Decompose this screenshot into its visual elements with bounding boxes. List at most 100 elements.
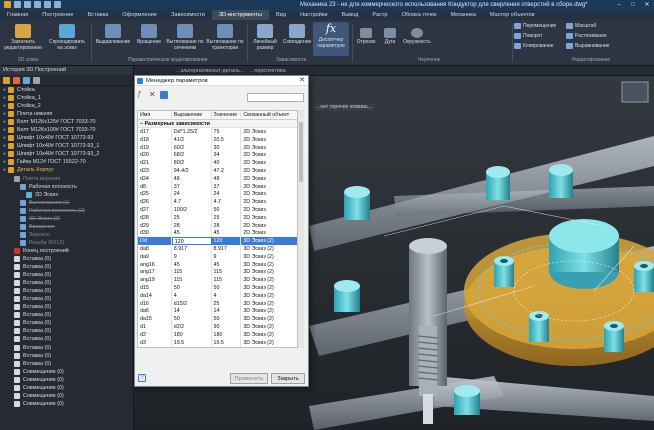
loft-button[interactable]: Вытягивание по сечениям bbox=[166, 24, 204, 51]
tree-item[interactable]: ▸ Стойка_2 bbox=[0, 102, 133, 110]
tree-item[interactable]: Вставка (0) bbox=[0, 255, 133, 263]
param-expression-cell[interactable]: 50 bbox=[172, 283, 212, 292]
param-expression-cell[interactable]: 24 bbox=[172, 190, 212, 199]
parameter-row[interactable]: da14 4 4 3D Эскиз (2) bbox=[138, 291, 297, 300]
column-header-value[interactable]: Значение bbox=[212, 111, 242, 119]
parameter-row[interactable]: d19 60/2 30 2D Эскиз bbox=[138, 143, 297, 152]
parameter-table-scrollbar[interactable] bbox=[298, 110, 304, 348]
tree-item[interactable]: Вставка (0) bbox=[0, 295, 133, 303]
close-dialog-button[interactable]: Закрыть bbox=[271, 373, 305, 384]
filter-parameters-icon[interactable] bbox=[160, 91, 168, 99]
param-expression-cell[interactable]: 180 bbox=[172, 330, 212, 339]
section-dimensional-constraints[interactable]: − Размерные зависимости bbox=[138, 120, 297, 128]
tab-9[interactable]: Растр bbox=[365, 10, 394, 20]
tree-item[interactable]: Совмещение (0) bbox=[0, 392, 133, 400]
column-header-expression[interactable]: Выражение bbox=[172, 111, 212, 119]
tree-item[interactable]: Зеркало bbox=[0, 231, 133, 239]
tree-item[interactable]: Вставка (0) bbox=[0, 352, 133, 360]
param-expression-cell[interactable]: 115 bbox=[172, 268, 212, 277]
parameter-row[interactable]: Dd 120 120 3D Эскиз (2) bbox=[138, 237, 297, 245]
tree-item[interactable]: ▸ Деталь Корпус bbox=[0, 166, 133, 174]
tree-item[interactable]: Вставка (0) bbox=[0, 327, 133, 335]
minimize-button[interactable]: – bbox=[612, 0, 626, 10]
project-sketch-button[interactable]: Спроецировать на эскиз bbox=[46, 24, 88, 51]
parameter-row[interactable]: da15 50 50 3D Эскиз (2) bbox=[138, 315, 297, 323]
line-tool-button[interactable]: Отрезок bbox=[355, 28, 377, 46]
linear-dim-button[interactable]: Линейный размер bbox=[249, 24, 281, 51]
tree-item[interactable]: ▸ Болт М12Кх100# ГОСТ 7033-70 bbox=[0, 126, 133, 134]
parameter-manager-button[interactable]: fx Диспетчер параметров bbox=[313, 22, 349, 56]
tree-item[interactable]: Резьба (8X12) bbox=[0, 239, 133, 247]
tree-item[interactable]: Вставка (0) bbox=[0, 287, 133, 295]
param-expression-cell[interactable]: 25 bbox=[172, 213, 212, 222]
open-file-icon[interactable] bbox=[24, 1, 31, 8]
param-expression-cell[interactable]: 37 bbox=[172, 182, 212, 191]
filter-icon[interactable] bbox=[3, 76, 10, 84]
parameter-row[interactable]: ang16 45 45 3D Эскиз (2) bbox=[138, 260, 297, 269]
circle-tool-button[interactable]: Окружность bbox=[402, 28, 432, 46]
save-icon[interactable] bbox=[34, 1, 41, 8]
tree-item[interactable]: Вставка (0) bbox=[0, 311, 133, 319]
tree-item[interactable]: ▸ Гайка М12# ГОСТ 15522-70 bbox=[0, 158, 133, 166]
tree-item[interactable]: ▸ Шпифт 10х40# ГОСТ 10773-93_2 bbox=[0, 150, 133, 158]
parameter-row[interactable]: d20 68/2 34 2D Эскиз bbox=[138, 151, 297, 160]
sweep-button[interactable]: Вытягивание по траектории bbox=[205, 24, 245, 51]
param-expression-cell[interactable]: 45 bbox=[172, 260, 212, 269]
add-parameter-icon[interactable]: f bbox=[138, 91, 146, 99]
help-button[interactable]: ? bbox=[138, 374, 146, 382]
dialog-close-icon[interactable]: ✕ bbox=[299, 76, 305, 86]
param-expression-cell[interactable]: 9 bbox=[172, 346, 212, 347]
parameter-row[interactable]: d15 50 50 3D Эскиз (2) bbox=[138, 283, 297, 292]
tab-3[interactable]: Оформление bbox=[115, 10, 164, 20]
tree-item[interactable]: ▸ Болт М12Кх125# ГОСТ 7033-70 bbox=[0, 118, 133, 126]
parameter-row[interactable]: ang17 115 115 3D Эскиз (2) bbox=[138, 268, 297, 277]
scale-button[interactable]: Масштаб bbox=[566, 23, 596, 29]
parameter-row[interactable]: d30 45 45 2D Эскиз bbox=[138, 229, 297, 238]
undo-icon[interactable] bbox=[44, 1, 51, 8]
param-expression-cell[interactable]: 9 bbox=[172, 252, 212, 261]
tree-item[interactable]: Вставка (0) bbox=[0, 335, 133, 343]
tree-item[interactable]: Совмещение (0) bbox=[0, 400, 133, 408]
tree-item[interactable]: Совмещение (0) bbox=[0, 376, 133, 384]
tree-item[interactable]: ▸ Шпифт 10х40# ГОСТ 10773-93_1 bbox=[0, 142, 133, 150]
parameter-row[interactable]: d8 37 37 2D Эскиз bbox=[138, 182, 297, 191]
extrude-button[interactable]: Выдавливание bbox=[94, 24, 132, 46]
revolve-button[interactable]: Вращение bbox=[133, 24, 165, 46]
move-button[interactable]: Перемещение bbox=[514, 23, 556, 29]
param-expression-cell[interactable]: 48 bbox=[172, 174, 212, 183]
param-expression-cell[interactable]: 41/2 bbox=[172, 135, 212, 144]
tree-item[interactable]: Совмещение (0) bbox=[0, 384, 133, 392]
parameter-row[interactable]: d16 d15/2 25 3D Эскиз (2) bbox=[138, 299, 297, 308]
align-button[interactable]: Выравнивание bbox=[566, 43, 609, 49]
param-expression-cell[interactable]: 45 bbox=[172, 229, 212, 238]
parameter-row[interactable]: ang19 115 115 3D Эскиз (2) bbox=[138, 276, 297, 284]
tab-7[interactable]: Настройки bbox=[293, 10, 334, 20]
sketch-icon[interactable] bbox=[23, 76, 30, 84]
parameter-search-input[interactable] bbox=[247, 93, 304, 102]
body-icon[interactable] bbox=[13, 76, 20, 84]
tree-item[interactable]: Вставка (0) bbox=[0, 263, 133, 271]
tab-11[interactable]: Механика bbox=[443, 10, 482, 20]
coincidence-button[interactable]: Совпадение bbox=[282, 24, 312, 46]
tree-item[interactable]: ▸ Стойка bbox=[0, 86, 133, 94]
tree-item[interactable]: ▸ Плита нижняя bbox=[0, 110, 133, 118]
tree-item[interactable]: Вставка (0) bbox=[0, 303, 133, 311]
rotate-button[interactable]: Поворот bbox=[514, 33, 543, 39]
parameter-row[interactable]: d23 94.4/2 47.2 2D Эскиз bbox=[138, 166, 297, 175]
parameter-row[interactable]: d5993D Эскиз (2) bbox=[138, 346, 297, 347]
param-expression-cell[interactable]: Dd*1.25/2 bbox=[172, 128, 212, 136]
param-expression-cell[interactable]: d15/2 bbox=[172, 299, 212, 308]
parameter-row[interactable]: d3 19.5 19.5 3D Эскиз (2) bbox=[138, 338, 297, 347]
parameter-row[interactable]: d21 80/2 40 2D Эскиз bbox=[138, 159, 297, 167]
tab-4[interactable]: Зависимости bbox=[164, 10, 212, 20]
parameter-row[interactable]: da6 14 14 3D Эскиз (2) bbox=[138, 307, 297, 316]
param-expression-cell[interactable]: 4 bbox=[172, 291, 212, 300]
tree-item[interactable]: Вставка (0) bbox=[0, 279, 133, 287]
tab-6[interactable]: Вид bbox=[269, 10, 293, 20]
param-expression-cell[interactable]: 4.7 bbox=[172, 198, 212, 206]
view-mode-label[interactable]: ...перспектива bbox=[250, 67, 286, 75]
parameter-row[interactable]: d25 24 24 2D Эскиз bbox=[138, 190, 297, 199]
parameter-row[interactable]: da8 8.917 8.917 3D Эскиз (2) bbox=[138, 244, 297, 253]
document-tab[interactable]: ...эльтернатиеныт-деталь... bbox=[176, 67, 244, 75]
param-expression-cell[interactable]: 68/2 bbox=[172, 151, 212, 160]
